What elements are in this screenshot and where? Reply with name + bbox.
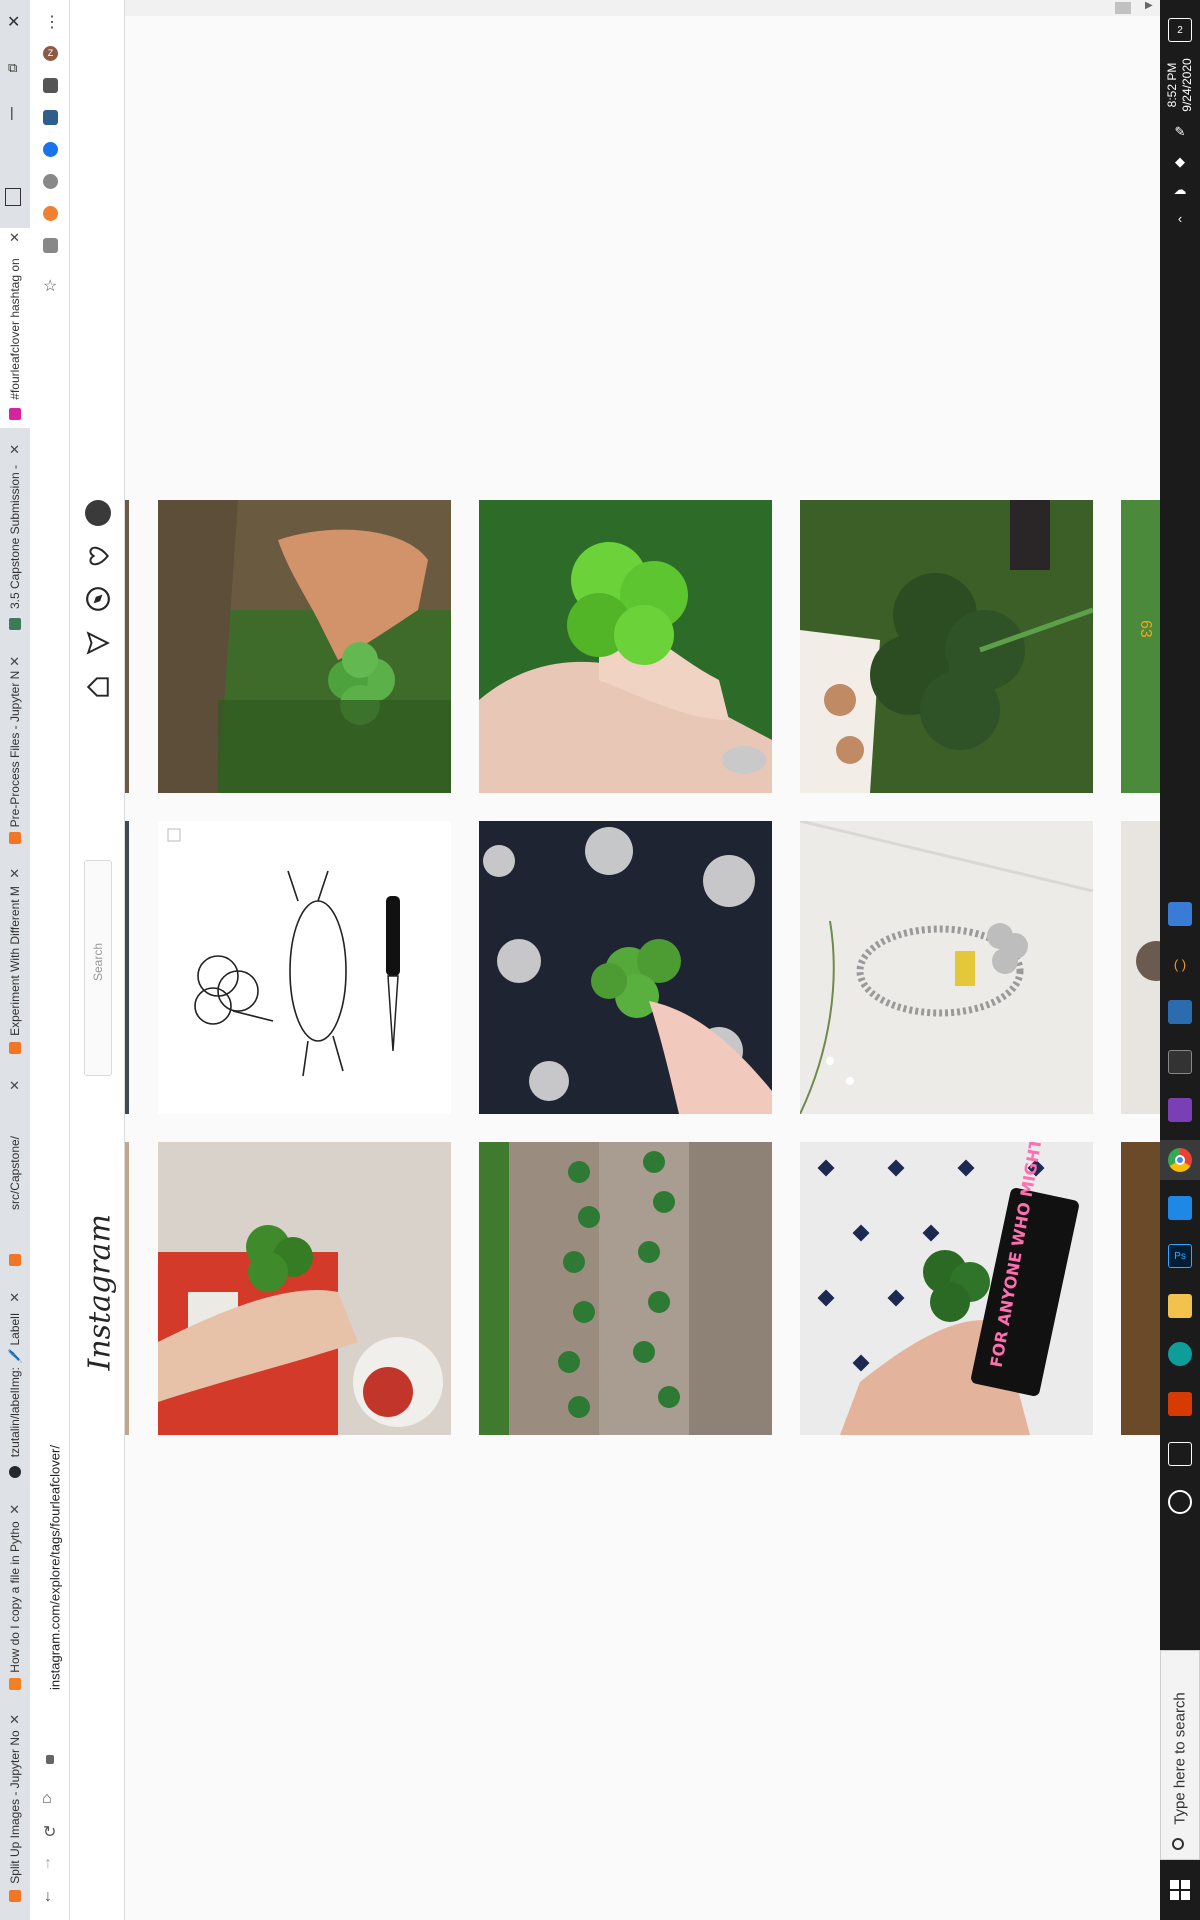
profile-avatar[interactable] xyxy=(85,500,111,526)
tab-favicon-icon xyxy=(9,618,21,630)
post-partial[interactable] xyxy=(125,500,129,793)
back-icon[interactable]: ↓ xyxy=(44,1888,52,1906)
app-icon[interactable] xyxy=(1168,1000,1192,1024)
menu-icon[interactable]: ⋮ xyxy=(44,12,60,32)
office-icon[interactable] xyxy=(1168,1392,1192,1416)
scrollbar-thumb[interactable] xyxy=(1115,2,1131,14)
profile-avatar[interactable]: Z xyxy=(43,46,58,61)
browser-toolbar: ⋮ Z ☆ instagram.com/explore/tags/fourlea… xyxy=(30,0,70,1920)
windows-start-icon[interactable] xyxy=(1170,1880,1190,1900)
post-partial[interactable] xyxy=(125,821,129,1114)
post-sketch-rabbit-knife[interactable] xyxy=(158,821,451,1114)
jupyter-favicon-icon xyxy=(9,832,21,844)
windows-taskbar: 2 8:52 PM 9/24/2020 ✎ ◆ ☁ ‹ ( ) Ps Type … xyxy=(1160,0,1200,1920)
post-partial-right[interactable]: 63 xyxy=(1121,500,1160,793)
chevron-up-icon[interactable]: ‹ xyxy=(1168,206,1192,230)
cortana-icon[interactable] xyxy=(1168,1490,1192,1514)
heart-icon[interactable] xyxy=(85,543,111,569)
horizontal-scrollbar[interactable]: ◀ ▶ xyxy=(70,0,1160,16)
post-clover-on-paisley[interactable] xyxy=(479,821,772,1114)
post-clover-near-motorcycle[interactable] xyxy=(158,1142,451,1435)
puzzle-extension-icon[interactable] xyxy=(43,78,58,93)
extension-icon[interactable] xyxy=(43,174,58,189)
restore-window-button[interactable]: ⧉ xyxy=(8,60,17,76)
post-hand-picking-clover[interactable] xyxy=(158,500,451,793)
file-explorer-icon[interactable] xyxy=(1168,1294,1192,1318)
minimize-window-button[interactable]: | xyxy=(10,104,14,120)
reload-icon[interactable]: ↻ xyxy=(43,1822,56,1842)
extension-icon[interactable] xyxy=(43,142,58,157)
tab-title: How do I copy a file in Pytho xyxy=(8,1521,22,1673)
bookmark-star-icon[interactable]: ☆ xyxy=(43,276,57,296)
chrome-icon[interactable] xyxy=(1160,1140,1200,1180)
app-icon[interactable] xyxy=(1168,902,1192,926)
post-clover-bracelet[interactable] xyxy=(800,821,1093,1114)
forward-icon[interactable]: ↑ xyxy=(44,1855,52,1873)
tab-title: Pre-Process Files - Jupyter N xyxy=(8,670,22,828)
search-icon xyxy=(1172,1838,1184,1850)
stackoverflow-favicon-icon xyxy=(9,1678,21,1690)
edge-icon[interactable] xyxy=(1168,1342,1192,1366)
tab-title: 3.5 Capstone Submission - xyxy=(8,464,22,610)
jupyter-favicon-icon xyxy=(9,1042,21,1054)
instagram-navbar: Search Instagram xyxy=(70,0,125,1920)
jupyter-favicon-icon xyxy=(9,1254,21,1266)
pen-icon[interactable]: ✎ xyxy=(1168,120,1192,144)
tab-strip: ✕ ⧉ | ✕ #fourleafclover hashtag on ✕ 3.5… xyxy=(0,0,30,1920)
tab-title: Experiment With Different M xyxy=(8,886,22,1036)
post-clover-with-sticker[interactable]: FOR ANYONE WHO MIGHT NEED THIS TODAY xyxy=(800,1142,1093,1435)
home-icon[interactable]: ⌂ xyxy=(42,1790,52,1808)
post-partial-right[interactable] xyxy=(1121,1142,1160,1435)
github-favicon-icon xyxy=(9,1466,21,1478)
jupyter-favicon-icon xyxy=(9,1890,21,1902)
post-clover-over-grass[interactable] xyxy=(800,500,1093,793)
scroll-right-arrow[interactable]: ▶ xyxy=(1145,0,1153,11)
photoshop-icon[interactable]: Ps xyxy=(1168,1244,1192,1268)
address-bar[interactable]: instagram.com/explore/tags/fourleafclove… xyxy=(48,1428,63,1708)
instagram-favicon-icon xyxy=(9,408,21,420)
onenote-icon[interactable] xyxy=(1168,1098,1192,1122)
home-icon[interactable] xyxy=(85,674,111,700)
app-icon[interactable] xyxy=(1168,1050,1192,1074)
direct-message-icon[interactable] xyxy=(85,630,111,656)
post-partial-right[interactable] xyxy=(1121,821,1160,1114)
tab-title: tzutalin/labelImg: 🖊️ LabelI xyxy=(8,1312,22,1458)
instagram-logo[interactable]: Instagram xyxy=(83,1214,118,1370)
notification-count: 2 xyxy=(1177,24,1183,36)
extension-icon[interactable] xyxy=(43,110,58,125)
search-placeholder: Search xyxy=(91,942,105,982)
post-partial[interactable] xyxy=(125,1142,129,1435)
taskbar-search-placeholder: Type here to search xyxy=(1171,1692,1189,1825)
explore-compass-icon[interactable] xyxy=(85,586,111,612)
svg-text:63: 63 xyxy=(1137,620,1154,638)
post-clovers-on-wood[interactable] xyxy=(479,1142,772,1435)
app-icon[interactable]: ( ) xyxy=(1168,952,1192,976)
post-fingers-holding-clover[interactable] xyxy=(479,500,772,793)
vscode-icon[interactable] xyxy=(1168,1196,1192,1220)
tab-title: Split Up Images - Jupyter No xyxy=(8,1730,22,1884)
lock-icon xyxy=(46,1755,54,1764)
tab-title: #fourleafclover hashtag on xyxy=(8,258,22,400)
dropbox-icon[interactable]: ◆ xyxy=(1168,150,1192,174)
task-view-icon[interactable] xyxy=(1168,1442,1192,1466)
tab-search-icon[interactable] xyxy=(5,188,21,206)
extension-icon[interactable] xyxy=(43,238,58,253)
tab-title: src/Capstone/ xyxy=(8,1135,22,1211)
cloud-icon[interactable]: ☁ xyxy=(1168,178,1192,202)
extension-icon[interactable] xyxy=(43,206,58,221)
close-window-button[interactable]: ✕ xyxy=(7,12,20,32)
